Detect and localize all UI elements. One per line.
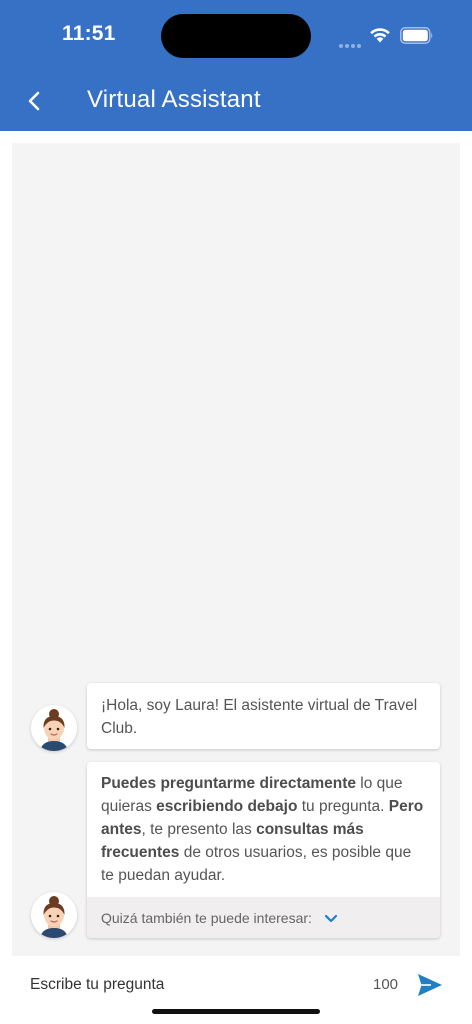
battery-icon bbox=[400, 27, 433, 44]
assistant-avatar bbox=[31, 892, 77, 938]
dynamic-island bbox=[161, 14, 311, 58]
question-input[interactable] bbox=[30, 972, 350, 998]
chevron-left-icon bbox=[28, 91, 40, 111]
message-text: Puedes preguntarme directamente lo que q… bbox=[101, 775, 424, 884]
app-header: 11:51 Virtual Assistant bbox=[0, 0, 472, 131]
send-button[interactable] bbox=[416, 972, 444, 998]
send-icon bbox=[418, 974, 442, 996]
cellular-signal-icon bbox=[339, 35, 363, 48]
suggestions-toggle[interactable]: Quizá también te puede interesar: bbox=[87, 897, 440, 938]
home-indicator bbox=[152, 1009, 320, 1014]
assistant-message: ¡Hola, soy Laura! El asistente virtual d… bbox=[87, 683, 440, 749]
wifi-icon bbox=[370, 28, 390, 43]
assistant-face-icon bbox=[40, 709, 68, 751]
assistant-avatar bbox=[31, 705, 77, 751]
page-title: Virtual Assistant bbox=[87, 86, 261, 113]
assistant-message: Puedes preguntarme directamente lo que q… bbox=[87, 762, 440, 938]
composer: 100 bbox=[0, 958, 472, 1024]
chevron-down-icon bbox=[324, 915, 337, 923]
assistant-face-icon bbox=[40, 896, 68, 938]
back-button[interactable] bbox=[20, 86, 50, 116]
status-time: 11:51 bbox=[62, 22, 116, 45]
suggestions-label: Quizá también te puede interesar: bbox=[101, 910, 312, 926]
char-counter: 100 bbox=[373, 976, 399, 993]
